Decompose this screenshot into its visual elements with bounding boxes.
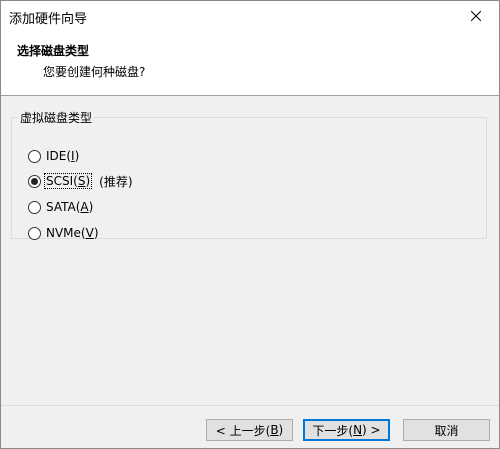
radio-scsi[interactable] — [28, 174, 41, 188]
cancel-button[interactable]: 取消 — [403, 419, 490, 441]
radio-option-sata[interactable]: SATA(A) — [28, 197, 94, 217]
radio-option-ide[interactable]: IDE(I) — [28, 146, 80, 166]
page-subtitle: 您要创建何种磁盘? — [43, 65, 146, 79]
recommended-hint: (推荐) — [99, 174, 133, 189]
radio-ide-label: IDE(I) — [46, 149, 80, 163]
disk-type-group: 虚拟磁盘类型 IDE(I) SCSI(S) (推荐) SATA(A) NVMe(… — [11, 109, 487, 240]
window-title: 添加硬件向导 — [9, 12, 88, 27]
page-title: 选择磁盘类型 — [17, 44, 90, 58]
next-button[interactable]: 下一步(N) > — [303, 419, 390, 441]
radio-nvme[interactable] — [28, 226, 41, 240]
radio-option-nvme[interactable]: NVMe(V) — [28, 223, 100, 243]
radio-ide[interactable] — [28, 149, 41, 163]
radio-nvme-label: NVMe(V) — [46, 226, 99, 240]
radio-scsi-label: SCSI(S) — [43, 173, 93, 189]
close-icon — [471, 11, 481, 21]
back-button[interactable]: < 上一步(B) — [206, 419, 293, 441]
close-button[interactable] — [453, 1, 499, 31]
title-bar: 添加硬件向导 — [1, 1, 499, 31]
radio-sata-label: SATA(A) — [46, 200, 94, 214]
add-hardware-wizard-window: 添加硬件向导 选择磁盘类型 您要创建何种磁盘? 虚拟磁盘类型 IDE(I) SC… — [0, 0, 500, 449]
footer-divider — [1, 405, 499, 406]
radio-sata[interactable] — [28, 200, 41, 214]
radio-option-scsi[interactable]: SCSI(S) (推荐) — [28, 171, 133, 191]
disk-type-group-legend: 虚拟磁盘类型 — [20, 111, 93, 125]
wizard-header: 选择磁盘类型 您要创建何种磁盘? — [1, 31, 499, 96]
